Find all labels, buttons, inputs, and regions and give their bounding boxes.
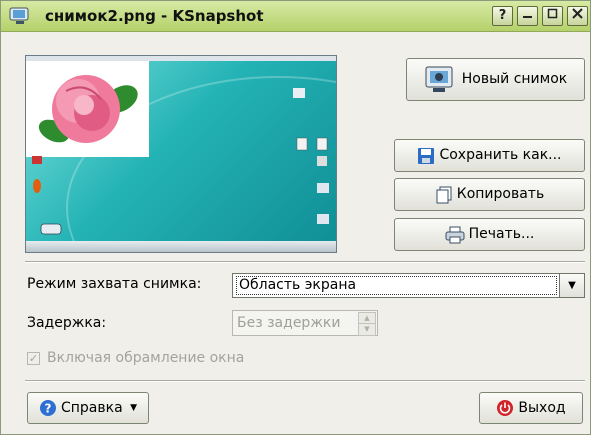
power-icon [497, 400, 514, 416]
separator-bottom [25, 380, 585, 382]
capture-mode-select[interactable]: Область экрана ▼ [232, 273, 585, 298]
new-snapshot-label: Новый снимок [461, 71, 568, 87]
maximize-icon [547, 8, 558, 19]
spin-down-icon[interactable]: ▼ [358, 323, 376, 336]
ksnapshot-window: снимок2.png - KSnapshot ? Новый снимок С… [0, 0, 591, 435]
copy-button[interactable]: Копировать [394, 178, 585, 211]
delay-value: Без задержки [237, 315, 341, 331]
quit-label: Выход [518, 400, 566, 416]
delay-label: Задержка: [27, 315, 107, 331]
camera-monitor-icon [425, 66, 453, 92]
desktop-left-icons [32, 156, 42, 193]
screenshot-preview[interactable] [25, 55, 337, 253]
copy-label: Копировать [456, 186, 545, 202]
svg-text:?: ? [44, 402, 51, 416]
close-button[interactable] [567, 6, 588, 26]
maximize-button[interactable] [542, 6, 563, 26]
help-title-button[interactable]: ? [492, 6, 513, 26]
save-as-button[interactable]: Сохранить как... [394, 139, 585, 172]
minimize-icon [523, 16, 532, 18]
minimize-button[interactable] [517, 6, 538, 26]
include-decorations-label: Включая обрамление окна [47, 350, 245, 366]
window-title: снимок2.png - KSnapshot [45, 7, 264, 25]
title-bar[interactable]: снимок2.png - KSnapshot ? [1, 1, 590, 32]
printer-icon [445, 226, 465, 243]
desktop-icons [293, 88, 329, 224]
capture-mode-label: Режим захвата снимка: [27, 276, 202, 292]
preview-taskbar [26, 241, 336, 252]
include-decorations-checkbox[interactable]: ✓ [27, 352, 40, 365]
delay-spinbox[interactable]: Без задержки ▲ ▼ [232, 310, 378, 336]
desktop-printer-icon [40, 223, 62, 235]
copy-icon [436, 186, 452, 203]
quit-button[interactable]: Выход [479, 392, 583, 424]
close-icon [572, 8, 583, 19]
help-button[interactable]: ? Справка ▼ [27, 392, 149, 424]
help-icon: ? [39, 400, 56, 416]
rose-icon [38, 75, 138, 143]
floppy-disk-icon [418, 147, 435, 164]
print-button[interactable]: Печать... [394, 218, 585, 251]
dropdown-arrow-icon[interactable]: ▼ [559, 274, 584, 297]
chevron-down-icon: ▼ [130, 403, 138, 413]
save-as-label: Сохранить как... [439, 147, 562, 163]
print-label: Печать... [468, 226, 535, 242]
help-label: Справка [60, 400, 123, 416]
capture-mode-value: Область экрана [239, 277, 357, 293]
separator-top [25, 261, 585, 263]
new-snapshot-button[interactable]: Новый снимок [406, 58, 585, 101]
ksnapshot-app-icon[interactable] [9, 7, 31, 25]
rose-image [26, 61, 149, 157]
